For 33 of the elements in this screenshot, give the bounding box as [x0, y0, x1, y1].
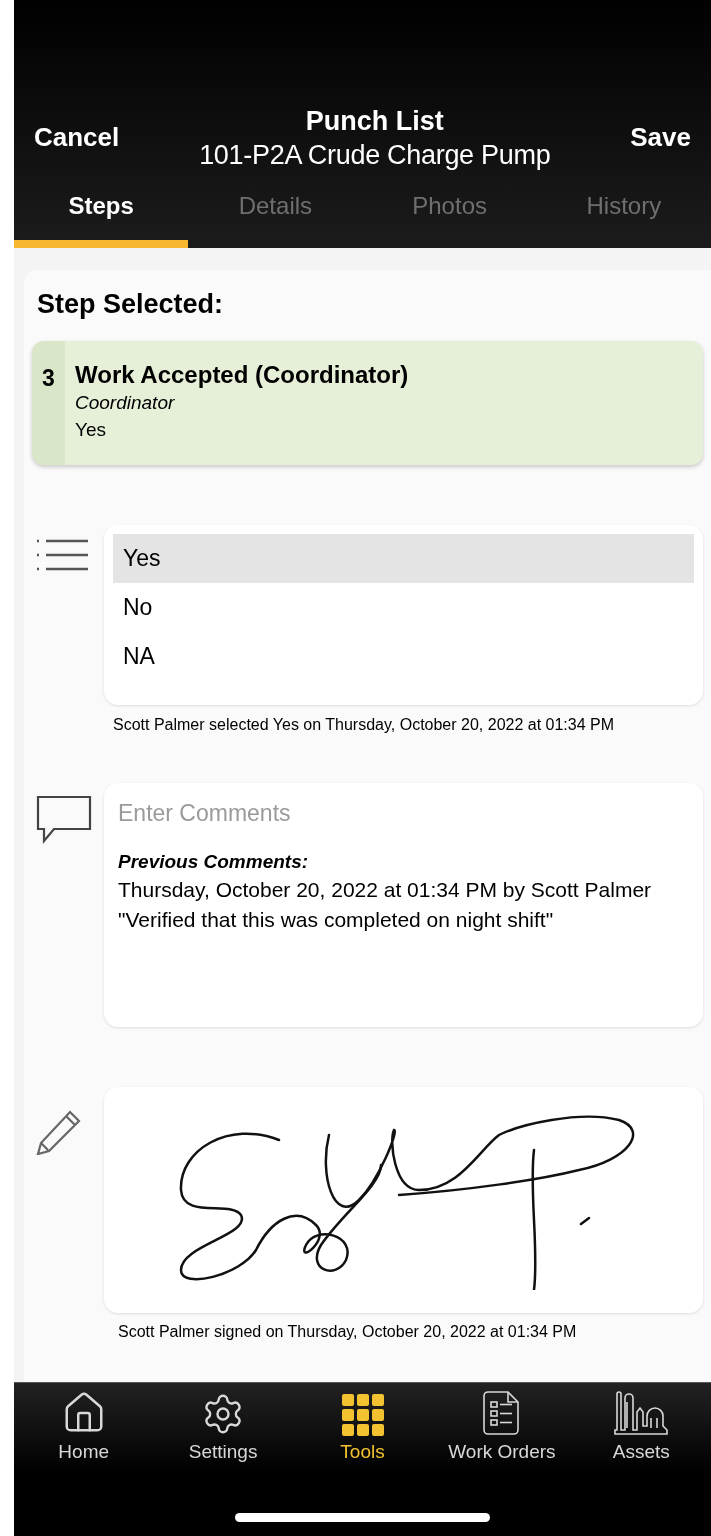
step-number: 3 — [42, 363, 55, 393]
option-item[interactable]: NA — [113, 631, 694, 681]
save-button[interactable]: Save — [630, 118, 691, 157]
option-item[interactable]: Yes — [113, 533, 694, 583]
pencil-icon — [36, 1108, 82, 1155]
checklist-document-icon — [481, 1390, 522, 1437]
comment-text: "Verified that this was completed on night shift" — [118, 906, 555, 933]
grid-icon — [341, 1394, 384, 1437]
screen-title: Punch List — [305, 104, 444, 138]
screen-subtitle: 101-P2A Crude Charge Pump — [199, 138, 551, 172]
refinery-icon — [613, 1390, 670, 1437]
nav-tab[interactable]: Home — [14, 1388, 154, 1467]
nav-tab[interactable]: Settings — [153, 1388, 293, 1467]
tab[interactable]: History — [536, 180, 711, 248]
tab[interactable]: Details — [188, 180, 363, 248]
signature-pad[interactable] — [104, 1086, 703, 1313]
comment-icon — [36, 794, 92, 845]
nav-tab[interactable]: Assets — [571, 1388, 711, 1467]
signature-note: Scott Palmer signed on Thursday, October 20, 2022 at 01:34 PM — [118, 1321, 578, 1342]
section-heading: Step Selected: — [37, 288, 225, 321]
cancel-button[interactable]: Cancel — [34, 118, 120, 157]
step-role: Coordinator — [75, 390, 176, 415]
previous-comments-heading: Previous Comments: — [118, 849, 310, 874]
nav-tab[interactable]: Tools — [292, 1388, 433, 1467]
tab[interactable]: Photos — [362, 180, 537, 248]
comment-input-field[interactable]: Enter Comments — [118, 796, 689, 831]
option-item[interactable]: No — [113, 582, 694, 632]
comment-date: Thursday, October 20, 2022 at 01:34 PM by Scott Palmer — [118, 876, 653, 903]
list-icon — [36, 538, 88, 571]
step-name: Work Accepted (Coordinator) — [75, 360, 409, 389]
nav-tab[interactable]: Work Orders — [432, 1388, 572, 1467]
step-answer: Yes — [75, 417, 107, 442]
selection-note: Scott Palmer selected Yes on Thursday, October 20, 2022 at 01:34 PM — [113, 714, 616, 735]
